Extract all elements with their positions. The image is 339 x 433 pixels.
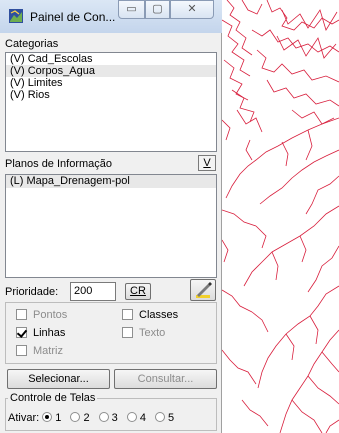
controle-label: Controle de Telas (8, 392, 98, 404)
pontos-label: Pontos (33, 309, 68, 321)
checkbox-box (16, 345, 27, 356)
radio-label: 5 (168, 412, 175, 424)
control-panel-window: Painel de Con... ▭ ▢ ✕ Categorias (V) Ca… (0, 0, 222, 433)
list-item[interactable]: (L) Mapa_Drenagem-pol (6, 175, 216, 188)
cr-button[interactable]: CR (125, 283, 151, 300)
prioridade-input[interactable]: 200 (70, 282, 116, 301)
window-title: Painel de Con... (30, 10, 116, 24)
list-item[interactable]: (V) Limites (6, 77, 216, 89)
classes-checkbox[interactable]: Classes (122, 309, 178, 321)
checkbox-box (16, 327, 27, 338)
close-button[interactable]: ✕ (170, 0, 214, 19)
checkbox-box (122, 327, 133, 338)
radio-label: 2 (83, 412, 90, 424)
classes-label: Classes (139, 309, 179, 321)
radio-button[interactable] (126, 412, 137, 422)
radio-button[interactable] (155, 412, 165, 422)
checkbox-box (122, 309, 133, 320)
radio-option-4[interactable]: 4 (126, 412, 146, 424)
planos-label: Planos de Informação (5, 158, 113, 170)
ativar-radio-group: Ativar: 1 2 3 4 5 (8, 412, 174, 424)
radio-button[interactable] (42, 412, 53, 422)
list-item[interactable]: (V) Cad_Escolas (6, 53, 216, 65)
matriz-label: Matriz (33, 345, 63, 357)
list-item[interactable]: (V) Rios (6, 89, 216, 101)
radio-option-5[interactable]: 5 (155, 412, 174, 424)
texto-label: Texto (139, 327, 166, 339)
radio-label: 1 (55, 412, 62, 424)
color-button[interactable] (190, 279, 216, 301)
radio-option-2[interactable]: 2 (70, 412, 90, 424)
drainage-map (222, 0, 339, 433)
texto-checkbox[interactable]: Texto (122, 327, 165, 339)
radio-option-3[interactable]: 3 (98, 412, 118, 424)
linhas-label: Linhas (33, 327, 66, 339)
list-item[interactable]: (V) Corpos_Agua (6, 65, 216, 77)
map-canvas[interactable] (222, 0, 339, 433)
consultar-button[interactable]: Consultar... (114, 369, 217, 389)
app-icon (9, 9, 23, 23)
pontos-checkbox[interactable]: Pontos (16, 309, 67, 321)
radio-option-1[interactable]: 1 (42, 412, 61, 424)
matriz-checkbox[interactable]: Matriz (16, 345, 63, 357)
linhas-checkbox[interactable]: Linhas (16, 327, 65, 339)
radio-label: 3 (111, 412, 118, 424)
close-icon: ✕ (187, 3, 197, 15)
radio-button[interactable] (98, 412, 109, 422)
ativar-label: Ativar: (8, 412, 40, 424)
visibility-button[interactable]: V (198, 155, 216, 171)
prioridade-label: Prioridade: (5, 286, 59, 298)
titlebar[interactable]: Painel de Con... ▭ ▢ ✕ (0, 0, 222, 33)
minimize-button[interactable]: ▭ (118, 0, 145, 19)
minimize-icon: ▭ (126, 3, 137, 15)
checkbox-box (16, 309, 27, 320)
radio-button[interactable] (70, 412, 81, 422)
categorias-list[interactable]: (V) Cad_Escolas (V) Corpos_Agua (V) Limi… (5, 52, 217, 152)
selecionar-button[interactable]: Selecionar... (7, 369, 110, 389)
maximize-button[interactable]: ▢ (145, 0, 170, 19)
planos-list[interactable]: (L) Mapa_Drenagem-pol (5, 174, 217, 278)
categorias-label: Categorias (5, 38, 59, 50)
maximize-icon: ▢ (152, 3, 163, 15)
radio-label: 4 (139, 412, 146, 424)
pencil-icon (196, 282, 212, 298)
